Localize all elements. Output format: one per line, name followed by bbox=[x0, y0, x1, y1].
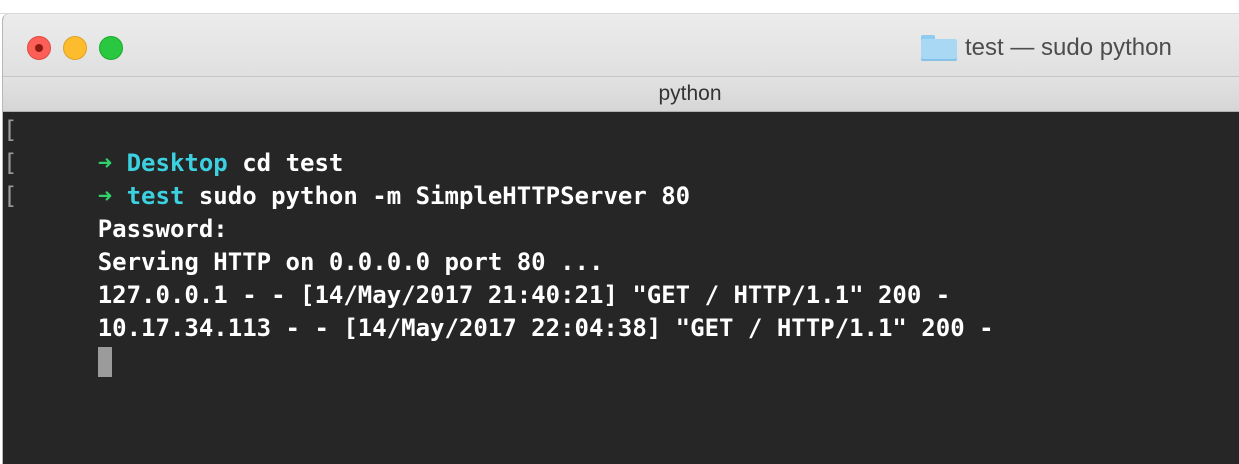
maximize-button[interactable] bbox=[99, 36, 123, 60]
screen-top-edge bbox=[0, 0, 1239, 14]
terminal-line: [➜ Desktop cd test bbox=[3, 114, 1239, 177]
tab-python[interactable]: python bbox=[3, 76, 1239, 112]
tab-bar: python bbox=[3, 76, 1239, 112]
terminal-window: test — sudo python python [➜ Desktop cd … bbox=[2, 14, 1239, 464]
terminal-line bbox=[11, 312, 1239, 377]
terminal-line: Serving HTTP on 0.0.0.0 port 80 ... bbox=[11, 213, 1239, 276]
terminal-line: 10.17.34.113 - - [14/May/2017 22:04:38] … bbox=[11, 279, 1239, 342]
minimize-button[interactable] bbox=[63, 36, 87, 60]
terminal-line: 127.0.0.1 - - [14/May/2017 21:40:21] "GE… bbox=[11, 246, 1239, 309]
tab-label: python bbox=[658, 82, 722, 105]
text-cursor bbox=[97, 347, 112, 377]
terminal-line: [➜ test sudo python -m SimpleHTTPServer … bbox=[3, 147, 1239, 210]
line-mark: [ bbox=[3, 149, 18, 177]
folder-icon bbox=[921, 35, 957, 61]
close-button[interactable] bbox=[27, 36, 51, 60]
window-title: test — sudo python bbox=[921, 30, 1172, 66]
terminal-line: [Password: bbox=[3, 180, 1239, 243]
line-mark: [ bbox=[3, 182, 18, 210]
line-mark: [ bbox=[3, 116, 18, 144]
terminal-output[interactable]: [➜ Desktop cd test [➜ test sudo python -… bbox=[3, 112, 1239, 464]
window-title-text: test — sudo python bbox=[965, 34, 1172, 61]
